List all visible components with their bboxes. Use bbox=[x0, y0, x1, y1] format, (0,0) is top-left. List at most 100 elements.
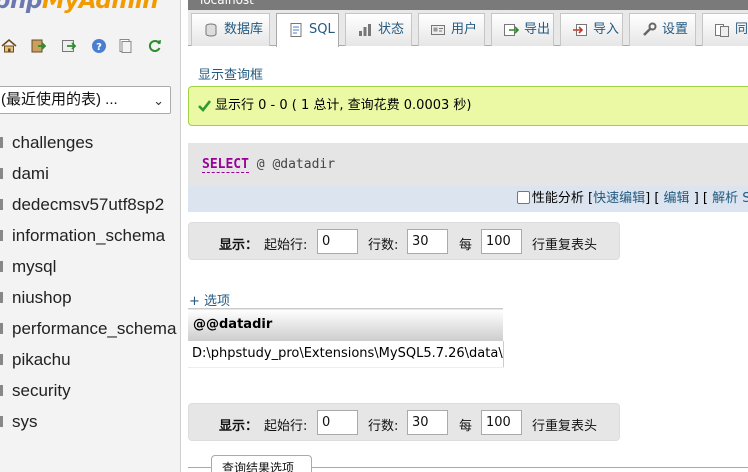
database-item[interactable]: dami bbox=[0, 158, 180, 189]
database-item[interactable]: challenges bbox=[0, 127, 180, 158]
start-row-input[interactable]: 0 bbox=[317, 410, 358, 435]
table-header-row: @@datadir bbox=[188, 308, 504, 341]
tree-expander-icon[interactable] bbox=[0, 416, 3, 427]
tree-expander-icon[interactable] bbox=[0, 385, 3, 396]
tree-expander-icon[interactable] bbox=[0, 168, 3, 179]
sync-icon bbox=[715, 24, 729, 37]
docs-icon[interactable] bbox=[117, 38, 133, 54]
sql-icon bbox=[290, 23, 302, 37]
phpmyadmin-logo[interactable]: phpMyAdmin bbox=[0, 0, 158, 14]
export-icon bbox=[504, 24, 519, 36]
database-name: niushop bbox=[12, 288, 72, 307]
database-item[interactable]: pikachu bbox=[0, 344, 180, 375]
database-item[interactable]: information_schema bbox=[0, 220, 180, 251]
users-icon bbox=[431, 25, 445, 35]
database-name: information_schema bbox=[12, 226, 166, 245]
recent-tables-select[interactable]: (最近使用的表) ... ⌄ bbox=[0, 86, 171, 114]
navigation-icons: ? bbox=[0, 38, 180, 58]
top-menu-tabs: 数据库 SQL 状态 用户 导出 导入 设置 同步 bbox=[188, 10, 748, 47]
database-name: dami bbox=[12, 164, 49, 183]
show-label: 显示： bbox=[219, 419, 259, 434]
profiling-label: 性能分析 bbox=[531, 191, 584, 206]
database-name: performance_schema bbox=[12, 319, 177, 338]
sql-expression: @ @datadir bbox=[248, 157, 336, 172]
table-cell[interactable]: D:\phpstudy_pro\Extensions\MySQL5.7.26\d… bbox=[188, 340, 504, 368]
status-icon bbox=[359, 24, 371, 36]
tab-import[interactable]: 导入 bbox=[560, 13, 623, 46]
next-icon[interactable] bbox=[61, 38, 77, 54]
rows-input[interactable]: 30 bbox=[407, 229, 448, 254]
check-icon bbox=[198, 100, 211, 112]
exit-icon[interactable] bbox=[30, 38, 46, 54]
tab-databases[interactable]: 数据库 bbox=[191, 13, 270, 46]
edit-link[interactable]: 编辑 bbox=[664, 191, 690, 206]
tree-expander-icon[interactable] bbox=[0, 323, 3, 334]
tree-expander-icon[interactable] bbox=[0, 261, 3, 272]
database-name: dedecmsv57utf8sp2 bbox=[12, 195, 165, 214]
main-panel: localhost 数据库 SQL 状态 用户 导出 导入 设置 同 显示查询框… bbox=[182, 0, 748, 472]
tab-export[interactable]: 导出 bbox=[491, 13, 554, 46]
table-row: D:\phpstudy_pro\Extensions\MySQL5.7.26\d… bbox=[188, 340, 504, 368]
home-icon[interactable] bbox=[1, 38, 17, 54]
repeat-header-label: 行重复表头 bbox=[532, 419, 598, 434]
database-item[interactable]: dedecmsv57utf8sp2 bbox=[0, 189, 180, 220]
settings-icon bbox=[643, 22, 657, 36]
chevron-down-icon: ⌄ bbox=[153, 93, 164, 108]
sql-query-display: SELECT @ @datadir bbox=[188, 143, 748, 186]
repeat-header-input[interactable]: 100 bbox=[481, 229, 522, 254]
every-label: 每 bbox=[459, 238, 473, 253]
database-item[interactable]: security bbox=[0, 375, 180, 406]
server-name[interactable]: localhost bbox=[200, 0, 254, 7]
tab-sql[interactable]: SQL bbox=[276, 13, 339, 47]
database-name: pikachu bbox=[12, 350, 71, 369]
database-tree: challenges dami dedecmsv57utf8sp2 inform… bbox=[0, 127, 180, 437]
results-table: @@datadir D:\phpstudy_pro\Extensions\MyS… bbox=[188, 308, 504, 368]
tab-users[interactable]: 用户 bbox=[418, 13, 485, 46]
tab-sync[interactable]: 同步 bbox=[702, 13, 748, 46]
repeat-header-input[interactable]: 100 bbox=[481, 410, 522, 435]
tree-expander-icon[interactable] bbox=[0, 354, 3, 365]
database-icon bbox=[205, 23, 217, 37]
database-name: challenges bbox=[12, 133, 94, 152]
tree-expander-icon[interactable] bbox=[0, 199, 3, 210]
import-icon bbox=[573, 24, 587, 36]
start-row-input[interactable]: 0 bbox=[317, 229, 358, 254]
server-breadcrumb: localhost bbox=[188, 0, 748, 10]
tab-settings[interactable]: 设置 bbox=[629, 13, 696, 46]
sql-keyword[interactable]: SELECT bbox=[202, 157, 249, 173]
show-label: 显示： bbox=[219, 238, 259, 253]
rows-label: 行数: bbox=[368, 238, 399, 253]
tree-expander-icon[interactable] bbox=[0, 292, 3, 303]
database-name: sys bbox=[12, 412, 38, 431]
profiling-checkbox[interactable] bbox=[516, 191, 530, 204]
tree-expander-icon[interactable] bbox=[0, 137, 3, 148]
start-row-label: 起始行: bbox=[264, 419, 308, 434]
start-row-label: 起始行: bbox=[264, 238, 308, 253]
repeat-header-label: 行重复表头 bbox=[532, 238, 598, 253]
options-link[interactable]: + 选项 bbox=[189, 290, 230, 309]
every-label: 每 bbox=[459, 419, 473, 434]
query-results-options-fieldset[interactable]: 查询结果选项 bbox=[211, 455, 312, 472]
database-item[interactable]: mysql bbox=[0, 251, 180, 282]
rows-input[interactable]: 30 bbox=[407, 410, 448, 435]
pagination-bar-bottom: 显示： 起始行: 0 行数: 30 每 100 行重复表头 bbox=[188, 403, 620, 441]
rows-label: 行数: bbox=[368, 419, 399, 434]
tree-expander-icon[interactable] bbox=[0, 230, 3, 241]
explain-sql-link[interactable]: 解析 SQL bbox=[712, 191, 748, 206]
database-name: mysql bbox=[12, 257, 57, 276]
navigation-panel: phpMyAdmin ? (最近使用的表) ... ⌄ challenges d… bbox=[0, 0, 181, 472]
pagination-bar-top: 显示： 起始行: 0 行数: 30 每 100 行重复表头 bbox=[188, 222, 620, 260]
database-item[interactable]: sys bbox=[0, 406, 180, 437]
show-query-box-link[interactable]: 显示查询框 bbox=[198, 64, 263, 83]
database-item[interactable]: niushop bbox=[0, 282, 180, 313]
success-message: 显示行 0 - 0 ( 1 总计, 查询花费 0.0003 秒) bbox=[188, 86, 748, 126]
database-name: security bbox=[12, 381, 71, 400]
tab-status[interactable]: 状态 bbox=[345, 13, 412, 46]
column-header[interactable]: @@datadir bbox=[188, 308, 504, 341]
svg-text:?: ? bbox=[96, 42, 102, 53]
database-item[interactable]: performance_schema bbox=[0, 313, 180, 344]
query-tools-bar: 性能分析 [快速编辑] [ 编辑 ] [ 解析 SQL bbox=[188, 186, 748, 212]
inline-edit-link[interactable]: 快速编辑 bbox=[593, 191, 645, 206]
reload-icon[interactable] bbox=[147, 38, 163, 54]
help-icon[interactable]: ? bbox=[91, 38, 107, 54]
